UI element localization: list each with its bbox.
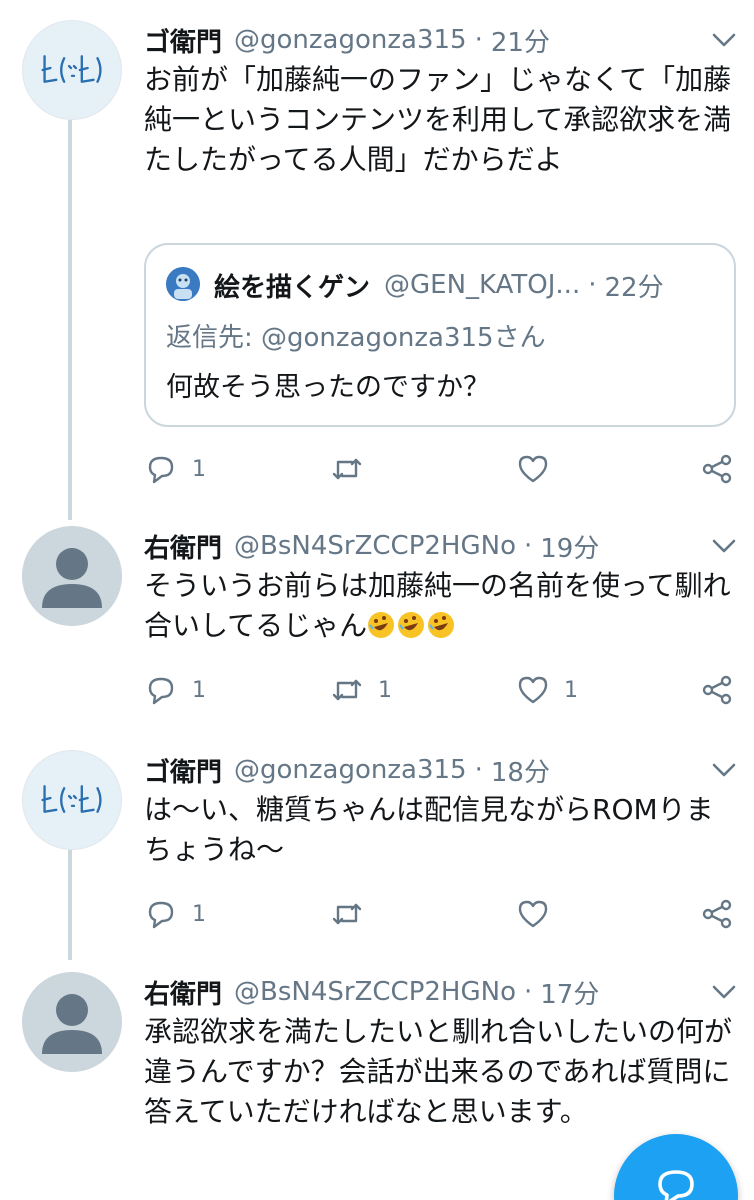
avatar[interactable] xyxy=(22,750,122,850)
compose-reply-icon xyxy=(658,1170,694,1200)
share-button[interactable] xyxy=(700,894,734,934)
timestamp[interactable]: 18分 xyxy=(491,752,550,789)
avatar[interactable] xyxy=(22,20,122,120)
display-name[interactable]: 右衛門 xyxy=(144,528,222,565)
tweet-header: 右衛門 @BsN4SrZCCP2HGNo · 17分 xyxy=(144,972,704,1012)
quote-avatar xyxy=(166,267,200,301)
quote-header: 絵を描くゲン @GEN_KATOJ... · 22分 xyxy=(214,265,724,305)
retweet-button[interactable] xyxy=(330,449,378,489)
quote-user-handle: @GEN_KATOJ... xyxy=(384,270,581,300)
timestamp[interactable]: 19分 xyxy=(540,528,599,565)
separator: · xyxy=(474,25,483,55)
tweet-text: は〜い、糖質ちゃんは配信見ながらROMりまちょうね〜 xyxy=(144,793,714,866)
reply-button[interactable]: 1 xyxy=(144,449,206,489)
share-icon xyxy=(702,454,732,484)
caret-down-icon[interactable] xyxy=(710,536,738,556)
action-bar: 1 1 1 xyxy=(144,670,738,710)
retweet-icon xyxy=(332,679,362,701)
user-handle[interactable]: @BsN4SrZCCP2HGNo xyxy=(234,531,516,561)
separator: · xyxy=(588,270,597,300)
display-name[interactable]: 右衛門 xyxy=(144,974,222,1011)
share-icon xyxy=(702,675,732,705)
tweet-header: ゴ衛門 @gonzagonza315 · 21分 xyxy=(144,20,704,60)
quote-timestamp: 22分 xyxy=(604,272,664,303)
separator: · xyxy=(474,755,483,785)
action-bar: 1 xyxy=(144,449,738,489)
caret-down-icon[interactable] xyxy=(710,982,738,1002)
reply-icon xyxy=(148,456,174,484)
caret-down-icon[interactable] xyxy=(710,30,738,50)
reply-to-label: 返信先: @gonzagonza315さん xyxy=(166,323,546,353)
retweet-count: 1 xyxy=(378,677,392,703)
retweet-button[interactable]: 1 xyxy=(330,670,392,710)
thread-line xyxy=(68,840,72,960)
user-handle[interactable]: @BsN4SrZCCP2HGNo xyxy=(234,977,516,1007)
timestamp[interactable]: 17分 xyxy=(540,974,599,1011)
tweet-text: お前が「加藤純一のファン」じゃなくて「加藤純一というコンテンツを利用して承認欲求… xyxy=(144,63,732,176)
tweet-text: 承認欲求を満たしたいと馴れ合いしたいの何が違うんですか？会話が出来るのであれば質… xyxy=(144,1015,733,1128)
tweet-body: そういうお前らは加藤純一の名前を使って馴れ合いしてるじゃん xyxy=(144,566,734,646)
compose-reply-button[interactable] xyxy=(614,1134,738,1200)
rofl-emoji xyxy=(428,612,455,638)
action-bar: 1 xyxy=(144,894,738,934)
like-icon xyxy=(518,676,548,704)
avatar[interactable] xyxy=(22,526,122,626)
reply-icon xyxy=(148,677,174,705)
share-icon xyxy=(702,899,732,929)
like-button[interactable]: 1 xyxy=(516,670,578,710)
retweet-button[interactable] xyxy=(330,894,378,934)
user-handle[interactable]: @gonzagonza315 xyxy=(234,755,467,785)
reply-count: 1 xyxy=(192,456,206,482)
like-button[interactable] xyxy=(516,449,564,489)
retweet-icon xyxy=(332,458,362,480)
timestamp[interactable]: 21分 xyxy=(491,22,550,59)
quote-display-name: 絵を描くゲン xyxy=(214,272,371,303)
quote-text: 何故そう思ったのですか？ xyxy=(166,372,490,403)
avatar[interactable] xyxy=(22,972,122,1072)
retweet-icon xyxy=(332,903,362,925)
caret-down-icon[interactable] xyxy=(710,760,738,780)
tweet-header: 右衛門 @BsN4SrZCCP2HGNo · 19分 xyxy=(144,526,704,566)
rofl-emoji xyxy=(368,612,395,638)
display-name[interactable]: ゴ衛門 xyxy=(144,22,222,59)
thread-line xyxy=(68,120,72,520)
like-icon xyxy=(518,455,548,483)
tweet-header: ゴ衛門 @gonzagonza315 · 18分 xyxy=(144,750,704,790)
reply-button[interactable]: 1 xyxy=(144,894,206,934)
quoted-tweet[interactable]: 絵を描くゲン @GEN_KATOJ... · 22分 返信先: @gonzago… xyxy=(144,243,736,427)
like-icon xyxy=(518,900,548,928)
separator: · xyxy=(523,977,533,1007)
like-count: 1 xyxy=(564,677,578,703)
rofl-emoji xyxy=(398,612,425,638)
reply-icon xyxy=(148,901,174,929)
share-button[interactable] xyxy=(700,449,734,489)
separator: · xyxy=(523,531,533,561)
share-button[interactable] xyxy=(700,670,734,710)
reply-count: 1 xyxy=(192,901,206,927)
display-name[interactable]: ゴ衛門 xyxy=(144,752,222,789)
user-handle[interactable]: @gonzagonza315 xyxy=(234,25,467,55)
like-button[interactable] xyxy=(516,894,564,934)
reply-count: 1 xyxy=(192,677,206,703)
reply-button[interactable]: 1 xyxy=(144,670,206,710)
